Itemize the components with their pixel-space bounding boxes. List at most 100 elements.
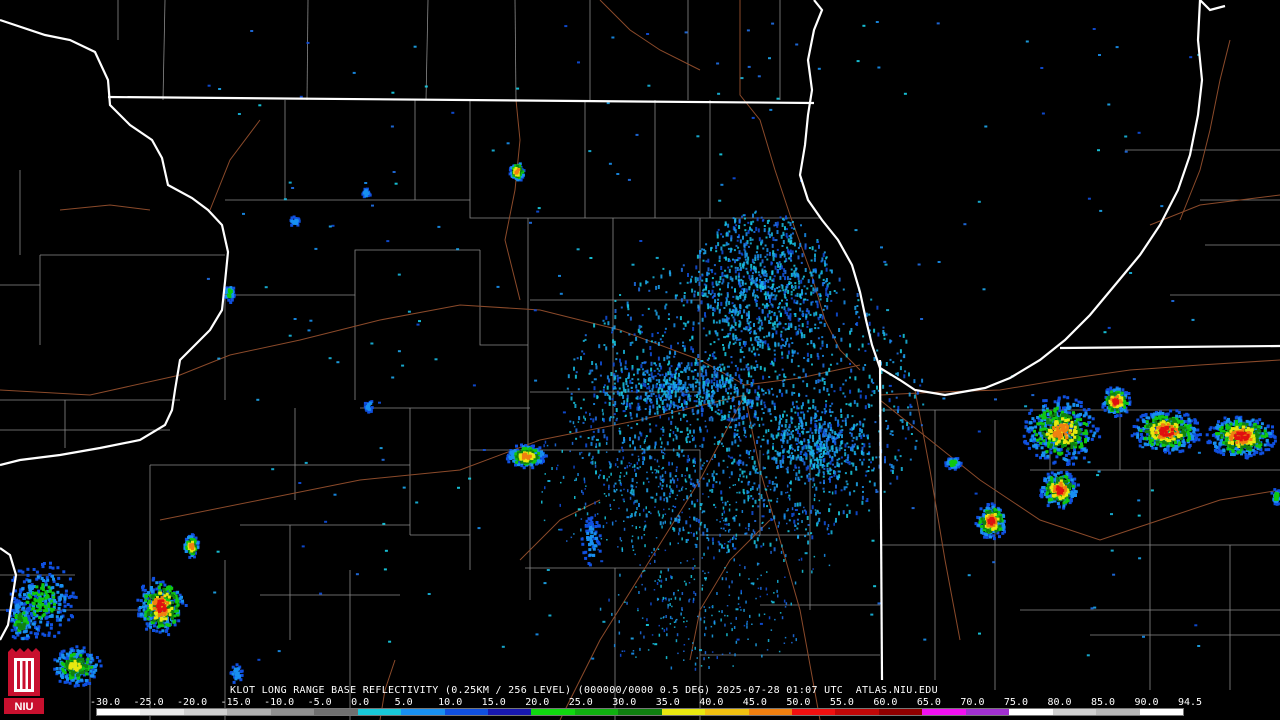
echo-pixel (823, 440, 826, 443)
echo-pixel (639, 408, 642, 411)
echo-pixel (714, 272, 717, 275)
echo-pixel (772, 237, 775, 241)
echo-pixel (825, 403, 827, 408)
echo-pixel (826, 298, 829, 302)
echo-pixel (855, 511, 858, 516)
echo-pixel (677, 589, 679, 592)
echo-pixel (838, 436, 840, 439)
echo-pixel (795, 477, 797, 481)
echo-pixel (630, 386, 633, 389)
echo-pixel (817, 327, 820, 330)
echo-pixel (772, 294, 775, 297)
echo-pixel (643, 361, 647, 364)
echo-pixel (753, 482, 756, 485)
echo-pixel (770, 292, 773, 297)
echo-pixel (655, 537, 658, 539)
echo-pixel (726, 447, 729, 452)
echo-pixel (708, 666, 710, 669)
echo-pixel (813, 312, 816, 317)
echo-pixel (719, 276, 722, 281)
echo-pixel (559, 528, 563, 531)
echo-pixel (755, 302, 758, 307)
echo-pixel (712, 319, 715, 324)
echo-pixel (614, 422, 616, 426)
echo-pixel (889, 463, 891, 466)
echo-pixel (780, 433, 782, 437)
echo-pixel (623, 527, 626, 531)
echo-pixel (744, 258, 747, 261)
echo-pixel (734, 383, 737, 386)
echo-pixel (722, 519, 725, 522)
echo-pixel (840, 425, 843, 428)
echo-pixel (681, 386, 684, 391)
echo-pixel (772, 362, 775, 367)
echo-pixel (657, 372, 660, 375)
echo-pixel (778, 303, 781, 306)
echo-pixel (909, 458, 912, 461)
echo-pixel (767, 343, 770, 348)
echo-pixel (783, 410, 786, 413)
echo-pixel (301, 545, 305, 548)
echo-pixel (767, 285, 770, 288)
echo-pixel (577, 421, 580, 423)
echo-pixel (751, 486, 754, 490)
echo-pixel (768, 479, 771, 484)
echo-pixel (656, 582, 659, 585)
echo-pixel (629, 465, 631, 467)
echo-pixel (636, 370, 639, 375)
echo-pixel (781, 251, 784, 256)
echo-pixel (644, 544, 646, 548)
echo-pixel (716, 412, 719, 415)
echo-pixel (800, 405, 803, 410)
echo-pixel (698, 519, 700, 524)
echo-pixel (402, 486, 406, 489)
echo-pixel (739, 454, 742, 457)
echo-pixel (782, 466, 784, 468)
echo-pixel (720, 442, 723, 445)
echo-pixel (764, 406, 767, 409)
echo-pixel (740, 278, 743, 281)
echo-pixel (756, 364, 759, 368)
echo-pixel (845, 480, 848, 483)
echo-pixel (748, 304, 751, 307)
echo-pixel (707, 538, 710, 542)
echo-pixel (734, 537, 737, 540)
echo-pixel (853, 490, 856, 493)
echo-pixel (764, 285, 767, 290)
echo-pixel (668, 508, 670, 510)
echo-pixel (304, 461, 308, 464)
echo-pixel (617, 466, 619, 468)
echo-pixel (814, 288, 817, 293)
echo-pixel (850, 368, 853, 373)
echo-pixel (786, 450, 789, 453)
echo-pixel (786, 491, 789, 494)
echo-pixel (756, 294, 759, 297)
echo-pixel (658, 406, 661, 408)
echo-pixel (738, 374, 741, 379)
echo-pixel (648, 373, 651, 376)
echo-pixel (734, 219, 736, 224)
echo-pixel (905, 339, 908, 344)
echo-pixel (671, 462, 673, 466)
echo-pixel (665, 577, 667, 581)
echo-pixel (626, 465, 629, 469)
echo-pixel (612, 362, 615, 367)
echo-pixel (776, 466, 778, 470)
echo-pixel (762, 521, 764, 524)
echo-pixel (640, 364, 643, 369)
echo-pixel (698, 401, 701, 406)
echo-pixel (792, 286, 794, 289)
echo-pixel (159, 607, 163, 611)
echo-pixel (774, 449, 777, 452)
echo-pixel (615, 419, 618, 422)
echo-pixel (526, 456, 530, 460)
echo-pixel (620, 540, 623, 542)
echo-pixel (822, 487, 825, 490)
echo-pixel (850, 470, 853, 475)
echo-pixel (633, 464, 636, 468)
echo-pixel (652, 384, 655, 389)
echo-pixel (722, 278, 725, 283)
echo-pixel (828, 282, 831, 285)
echo-pixel (748, 578, 750, 580)
echo-pixel (773, 515, 776, 520)
